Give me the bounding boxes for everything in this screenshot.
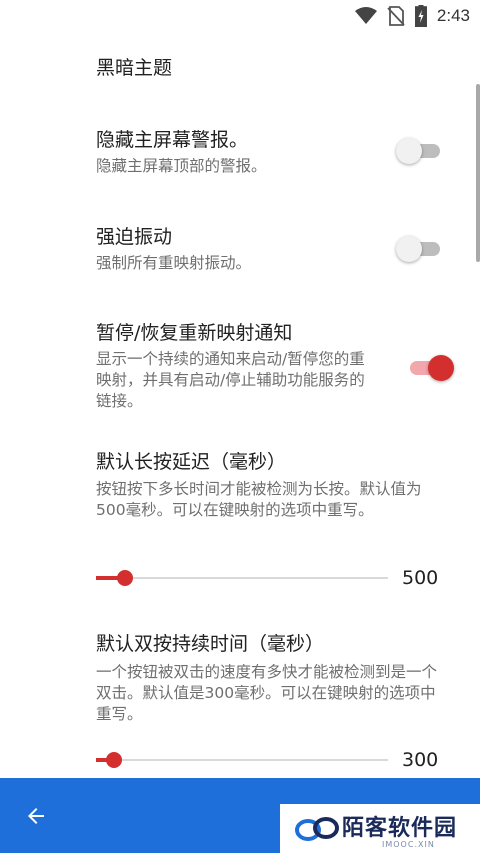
watermark-subtext: IMOOC.XIN xyxy=(382,840,435,849)
long-press-value: 500 xyxy=(402,567,439,589)
watermark: 陌客软件园 IMOOC.XIN xyxy=(280,804,480,853)
no-sim-icon xyxy=(387,6,405,26)
setting-summary: 显示一个持续的通知来启动/暂停您的重映射，并具有启动/停止辅助功能服务的链接。 xyxy=(96,350,365,410)
scrollbar[interactable] xyxy=(476,84,480,262)
setting-summary: 一个按钮被双击的速度有多快才能被检测到是一个双击。默认值是300毫秒。可以在键映… xyxy=(96,663,438,723)
settings-list[interactable]: 黑暗主题 隐藏主屏幕警报。 隐藏主屏幕顶部的警报。 强迫振动 强制所有重映射振动… xyxy=(0,32,480,778)
slider-knob[interactable] xyxy=(106,752,122,768)
setting-summary: 按钮按下多长时间才能被检测为长按。默认值为500毫秒。可以在键映射的选项中重写。 xyxy=(96,480,422,519)
setting-title: 暂停/恢复重新映射通知 xyxy=(96,322,293,344)
double-press-slider[interactable] xyxy=(96,749,388,771)
force-vibrate-switch[interactable] xyxy=(396,234,446,264)
wifi-icon xyxy=(354,7,377,24)
double-press-value: 300 xyxy=(402,749,439,771)
status-icons: 2:43 xyxy=(354,4,470,28)
switch-thumb xyxy=(396,236,422,262)
watermark-text: 陌客软件园 xyxy=(342,816,458,841)
setting-title: 强迫振动 xyxy=(96,226,173,248)
setting-summary: 隐藏主屏幕顶部的警报。 xyxy=(96,157,267,175)
setting-title: 默认长按延迟（毫秒） xyxy=(96,451,287,473)
slider-rail xyxy=(96,577,388,579)
switch-thumb xyxy=(428,355,454,381)
switch-thumb xyxy=(396,138,422,164)
status-bar: 2:43 xyxy=(0,0,480,32)
arrow-left-icon xyxy=(28,808,44,824)
status-time: 2:43 xyxy=(436,6,470,25)
setting-summary: 强制所有重映射振动。 xyxy=(96,254,252,272)
back-button[interactable] xyxy=(14,794,58,838)
slider-knob[interactable] xyxy=(117,570,133,586)
setting-title: 默认双按持续时间（毫秒） xyxy=(96,633,325,655)
slider-rail xyxy=(96,759,388,761)
setting-title: 黑暗主题 xyxy=(96,57,173,79)
hide-alert-switch[interactable] xyxy=(396,136,446,166)
pause-notification-switch[interactable] xyxy=(404,353,454,383)
long-press-slider[interactable] xyxy=(96,567,388,589)
battery-charging-icon xyxy=(414,5,427,27)
watermark-logo-icon xyxy=(295,817,339,841)
setting-title: 隐藏主屏幕警报。 xyxy=(96,129,249,151)
